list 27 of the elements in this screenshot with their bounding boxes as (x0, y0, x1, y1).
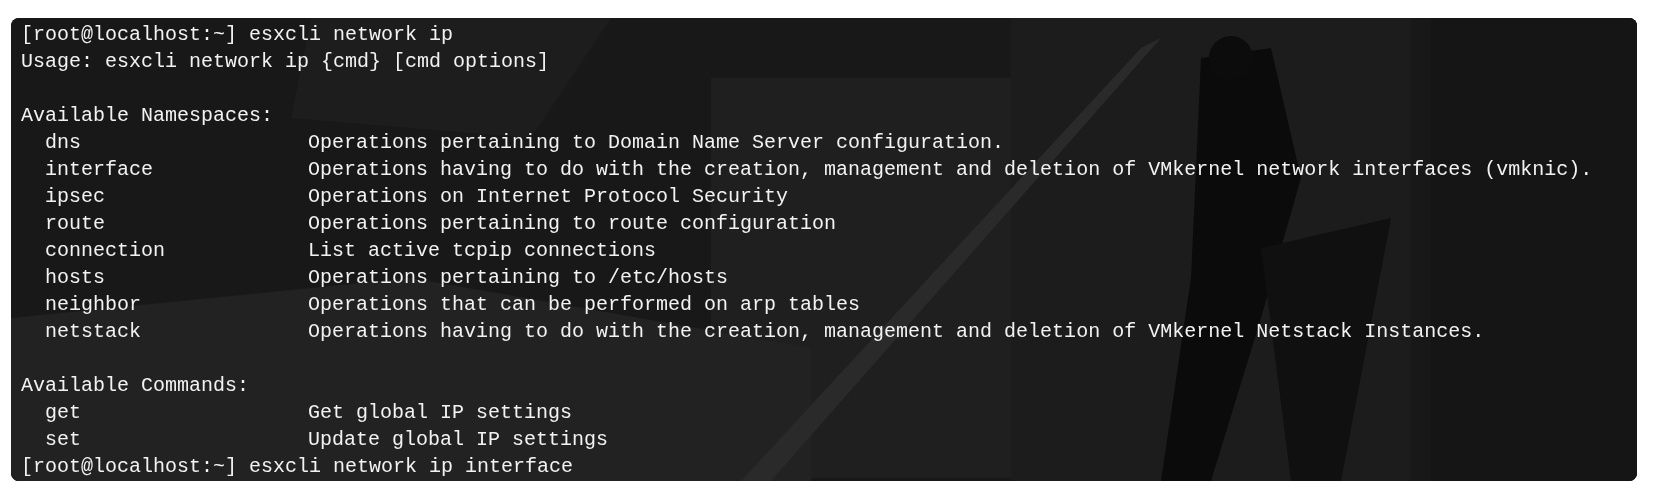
entry-description: Operations pertaining to Domain Name Server configuration. (308, 130, 1005, 156)
entry-name: neighbor (44, 292, 142, 318)
entry-name: interface (44, 157, 155, 183)
entry-description: Operations that can be performed on arp tables (308, 292, 861, 318)
entry-description: Get global IP settings (308, 400, 573, 426)
entry-description: Operations pertaining to /etc/hosts (308, 265, 729, 291)
entry-description: Operations having to do with the creation, management and deletion of VMkernel Netstack Instances. (308, 319, 1485, 345)
terminal-prompt: [root@localhost:~] (21, 454, 238, 480)
output-line: Available Commands: (21, 373, 250, 399)
output-line: Available Namespaces: (21, 103, 274, 129)
entry-name: set (44, 427, 82, 453)
command-text: esxcli network ip (249, 22, 454, 48)
entry-name: get (44, 400, 82, 426)
entry-description: Operations having to do with the creation, management and deletion of VMkernel network interfaces (vmknic). (308, 157, 1593, 183)
entry-name: netstack (44, 319, 142, 345)
entry-description: List active tcpip connections (308, 238, 657, 264)
entry-name: dns (44, 130, 82, 156)
entry-name: hosts (44, 265, 106, 291)
entry-description: Operations pertaining to route configuration (308, 211, 837, 237)
entry-description: Operations on Internet Protocol Security (308, 184, 789, 210)
entry-name: route (44, 211, 106, 237)
terminal-prompt: [root@localhost:~] (21, 22, 238, 48)
output-line: Usage: esxcli network ip {cmd} [cmd options] (21, 49, 550, 75)
entry-description: Update global IP settings (308, 427, 609, 453)
entry-name: connection (44, 238, 167, 264)
command-text: esxcli network ip interface (249, 454, 574, 480)
entry-name: ipsec (44, 184, 106, 210)
